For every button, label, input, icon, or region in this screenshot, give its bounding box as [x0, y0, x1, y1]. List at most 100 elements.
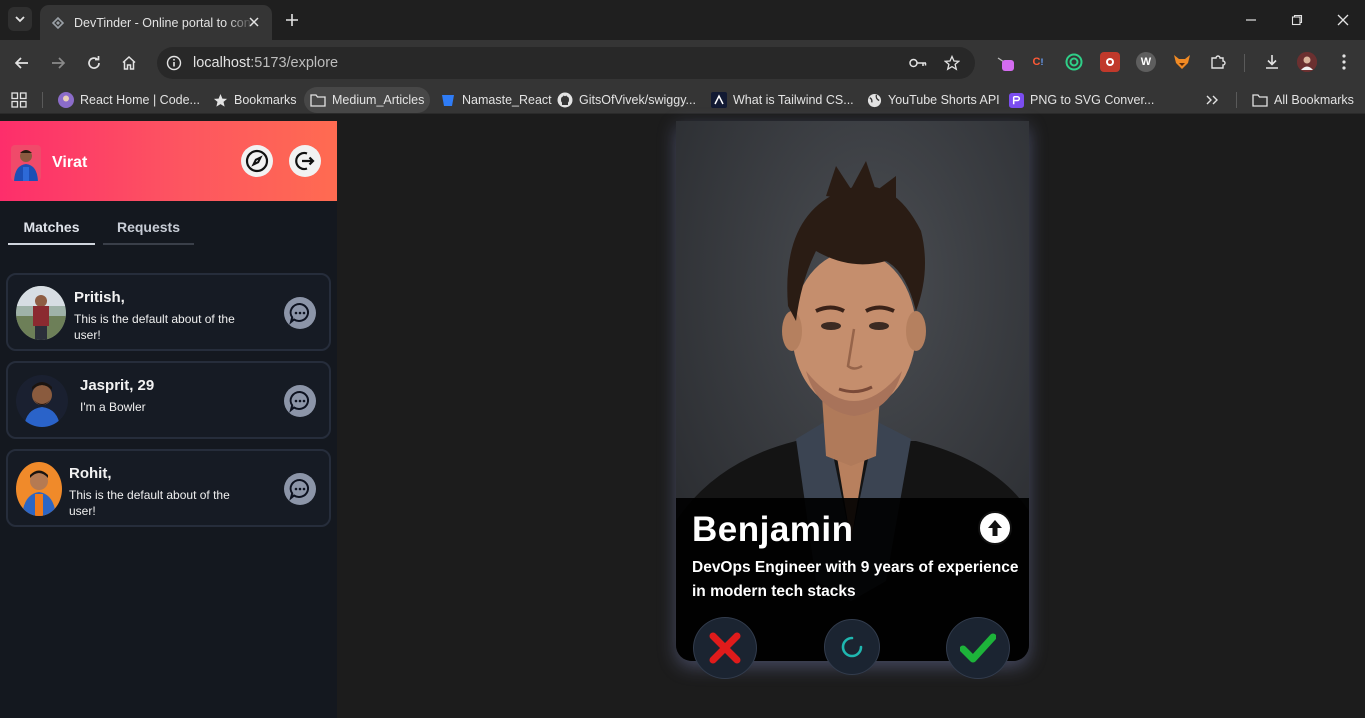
- restore-window-button[interactable]: [1287, 10, 1307, 30]
- reject-button[interactable]: [693, 617, 757, 679]
- explore-main: Benjamin DevOps Engineer with 9 years of…: [337, 121, 1365, 718]
- url-path: :5173/explore: [250, 55, 339, 71]
- extension-red-icon[interactable]: [1100, 52, 1120, 72]
- more-bookmarks-button[interactable]: [1205, 86, 1219, 114]
- browser-toolbar: localhost:5173/explore C! W: [0, 40, 1365, 86]
- bookmark-label: PNG to SVG Conver...: [1030, 93, 1155, 107]
- bookmark-label: Medium_Articles: [332, 93, 425, 107]
- extension-cursor-icon[interactable]: [996, 52, 1016, 72]
- browser-tab-active[interactable]: DevTinder - Online portal to connect dev…: [40, 5, 272, 40]
- close-icon: [1337, 14, 1349, 26]
- toolbar-divider: [1244, 54, 1245, 72]
- new-tab-button[interactable]: [282, 10, 302, 30]
- sidebar: Virat Matches Requests Pritish, This is …: [0, 121, 337, 718]
- extension-c-icon[interactable]: C!: [1028, 52, 1048, 72]
- purple-logo-icon: [1008, 92, 1024, 108]
- bookmark-medium-articles[interactable]: Medium_Articles: [304, 87, 431, 113]
- chat-button[interactable]: [284, 385, 316, 417]
- match-card[interactable]: Jasprit, 29 I'm a Bowler: [6, 361, 331, 439]
- globe-icon: [866, 92, 882, 108]
- apps-grid-button[interactable]: [11, 86, 27, 114]
- profile-avatar[interactable]: [1297, 52, 1317, 72]
- site-info-icon[interactable]: [165, 54, 183, 72]
- match-about: I'm a Bowler: [80, 400, 146, 414]
- x-mark-icon: [709, 632, 741, 664]
- tab-matches[interactable]: Matches: [8, 219, 95, 245]
- minimize-window-button[interactable]: [1241, 10, 1261, 30]
- avatar-favicon-icon: [58, 92, 74, 108]
- match-about: This is the default about of the user!: [69, 488, 230, 518]
- tab-requests[interactable]: Requests: [103, 219, 194, 245]
- expand-profile-button[interactable]: [978, 511, 1012, 545]
- arrow-up-icon: [988, 520, 1002, 536]
- chat-bubble-icon: [289, 478, 309, 501]
- logout-icon: [295, 151, 315, 171]
- plus-icon: [286, 14, 298, 26]
- bookmark-label: React Home | Code...: [80, 93, 200, 107]
- accept-button[interactable]: [946, 617, 1010, 679]
- match-avatar: [16, 375, 68, 427]
- match-card[interactable]: Rohit, This is the default about of the …: [6, 449, 331, 527]
- user-name: Virat: [52, 154, 88, 171]
- arrow-left-icon: [14, 57, 28, 69]
- profile-name: Benjamin: [692, 510, 854, 549]
- address-bar[interactable]: localhost:5173/explore: [157, 47, 975, 79]
- devtinder-favicon-icon: [51, 16, 65, 29]
- bookmarks-divider: [42, 92, 43, 108]
- profile-about: DevOps Engineer with 9 years of experien…: [692, 559, 1019, 600]
- apps-grid-icon: [11, 92, 27, 108]
- browser-menu-icon[interactable]: [1334, 52, 1354, 72]
- bookmark-youtube-shorts[interactable]: YouTube Shorts API: [866, 86, 1000, 114]
- extension-target-icon[interactable]: [1064, 52, 1084, 72]
- profile-card[interactable]: Benjamin DevOps Engineer with 9 years of…: [676, 121, 1029, 661]
- bookmark-tailwind[interactable]: What is Tailwind CS...: [711, 86, 854, 114]
- close-window-button[interactable]: [1333, 10, 1353, 30]
- tab-search-button[interactable]: [8, 7, 32, 31]
- bookmark-github[interactable]: GitsOfVivek/swiggy...: [557, 86, 696, 114]
- chat-button[interactable]: [284, 297, 316, 329]
- folder-icon: [1252, 92, 1268, 108]
- chat-button[interactable]: [284, 473, 316, 505]
- match-name: Jasprit, 29: [80, 377, 155, 394]
- extensions-puzzle-icon[interactable]: [1208, 52, 1228, 72]
- blue-cup-icon: [440, 92, 456, 108]
- spinner-icon: [841, 636, 863, 658]
- chat-bubble-icon: [289, 390, 309, 413]
- bookmark-star-icon[interactable]: [943, 54, 961, 72]
- explore-button[interactable]: [241, 145, 273, 177]
- chat-bubble-icon: [289, 302, 309, 325]
- reload-icon: [88, 56, 100, 69]
- close-tab-icon[interactable]: [246, 14, 262, 30]
- logout-button[interactable]: [289, 145, 321, 177]
- home-icon: [122, 55, 136, 70]
- bookmark-bookmarks[interactable]: Bookmarks: [212, 86, 297, 114]
- url-text: localhost:5173/explore: [193, 55, 338, 71]
- bookmark-label: GitsOfVivek/swiggy...: [579, 93, 696, 107]
- downloads-icon[interactable]: [1262, 52, 1282, 72]
- match-card[interactable]: Pritish, This is the default about of th…: [6, 273, 331, 351]
- password-key-icon[interactable]: [909, 54, 927, 72]
- browser-tabstrip: DevTinder - Online portal to connect dev…: [0, 0, 1365, 40]
- home-button[interactable]: [117, 51, 141, 75]
- all-bookmarks-button[interactable]: All Bookmarks: [1252, 86, 1354, 114]
- url-host: localhost: [193, 55, 251, 71]
- reload-button[interactable]: [82, 51, 106, 75]
- user-avatar[interactable]: [11, 145, 41, 181]
- reload-profiles-button[interactable]: [824, 619, 880, 675]
- restore-icon: [1291, 14, 1303, 26]
- extension-w-icon[interactable]: W: [1136, 52, 1156, 72]
- bookmark-namaste-react[interactable]: Namaste_React: [440, 86, 552, 114]
- bookmark-react-home[interactable]: React Home | Code...: [58, 86, 200, 114]
- back-button[interactable]: [10, 51, 34, 75]
- minimize-icon: [1246, 19, 1256, 21]
- bookmark-label: Bookmarks: [234, 93, 297, 107]
- compass-icon: [245, 149, 269, 173]
- forward-button[interactable]: [46, 51, 70, 75]
- star-icon: [212, 92, 228, 108]
- chevrons-right-icon: [1206, 95, 1218, 105]
- chevron-down-icon: [15, 16, 25, 23]
- extension-fox-icon[interactable]: [1172, 52, 1192, 72]
- bookmark-label: All Bookmarks: [1274, 93, 1354, 107]
- bookmark-png-to-svg[interactable]: PNG to SVG Conver...: [1008, 86, 1154, 114]
- match-avatar: [16, 462, 62, 516]
